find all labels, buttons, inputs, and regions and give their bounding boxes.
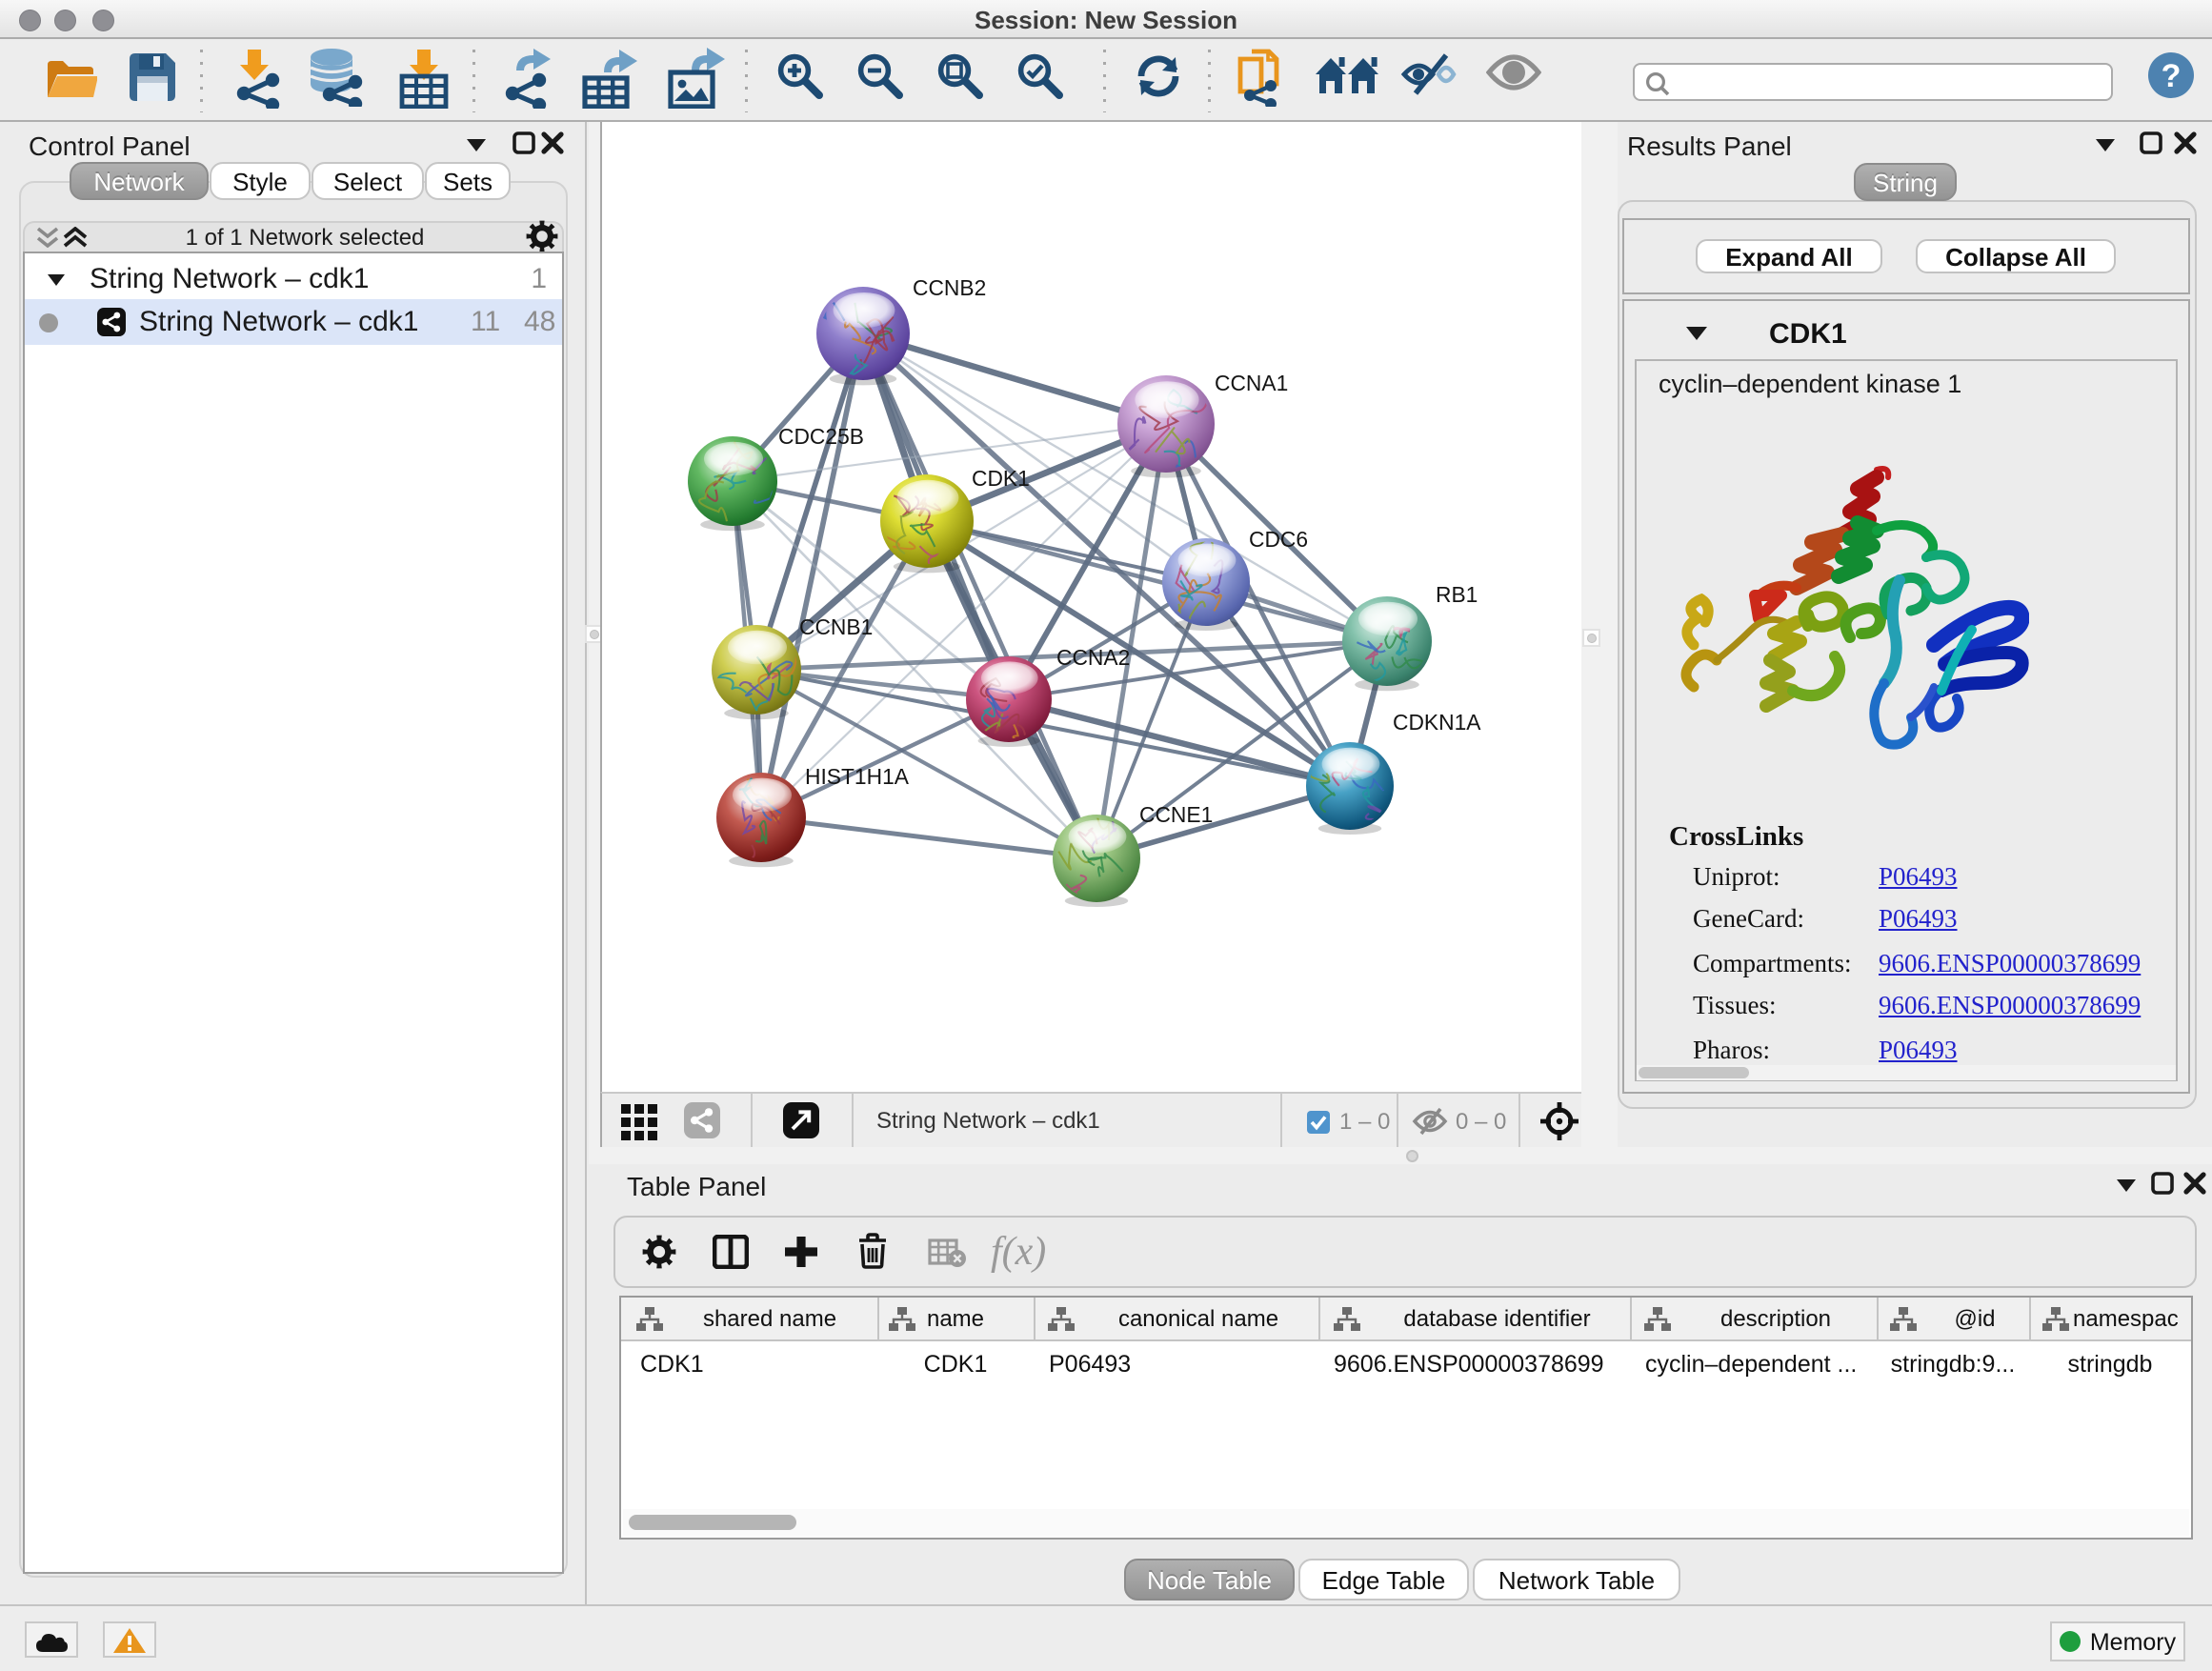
svg-text:RB1: RB1 [1436,582,1478,607]
svg-text:CCNB2: CCNB2 [913,275,986,300]
svg-text:?: ? [2162,58,2182,94]
svg-text:CCNA2: CCNA2 [1056,645,1130,670]
svg-text:HIST1H1A: HIST1H1A [805,764,910,789]
svg-text:CCNA1: CCNA1 [1215,371,1288,395]
svg-text:CDK1: CDK1 [972,466,1030,491]
svg-text:CCNE1: CCNE1 [1139,802,1213,827]
svg-text:CDC25B: CDC25B [778,424,864,449]
svg-text:CCNB1: CCNB1 [799,614,873,639]
svg-text:CDKN1A: CDKN1A [1393,710,1481,735]
svg-text:CDC6: CDC6 [1249,527,1308,552]
